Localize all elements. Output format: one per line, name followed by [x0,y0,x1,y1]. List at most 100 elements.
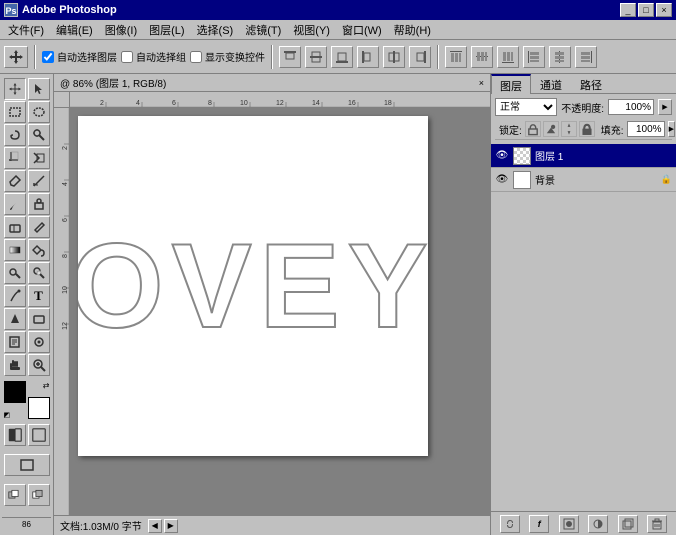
foreground-color-swatch[interactable] [4,381,26,403]
show-transform-checkbox[interactable] [190,51,202,63]
hand-icon[interactable] [4,354,26,376]
fill-input[interactable] [627,121,665,137]
align-vcenter-button[interactable] [305,46,327,68]
layer-effects-button[interactable]: f [529,515,549,533]
paint-bucket-icon[interactable] [28,239,50,261]
status-nav-left[interactable]: ◀ [148,519,162,533]
notes-icon[interactable] [4,331,26,353]
distribute-hcenter-button[interactable] [549,46,571,68]
layer-1-name: 图层 1 [535,148,672,163]
rect-marquee-icon[interactable] [4,101,26,123]
default-colors-icon[interactable]: ◩ [4,411,11,419]
magic-wand-icon[interactable] [28,124,50,146]
blur-icon[interactable] [28,262,50,284]
align-top-button[interactable] [279,46,301,68]
audio-icon[interactable] [28,331,50,353]
shape-tool-icon[interactable] [28,308,50,330]
standard-mode-icon[interactable] [28,424,50,446]
zoom-level-value: 86 [22,520,31,529]
window-controls[interactable]: _ □ × [620,3,672,17]
distribute-top-button[interactable] [445,46,467,68]
menu-file[interactable]: 文件(F) [2,20,50,40]
distribute-left-button[interactable] [523,46,545,68]
forward-icon[interactable] [4,484,26,506]
move-tool-button[interactable] [4,46,28,68]
crop-icon[interactable] [4,147,26,169]
menu-window[interactable]: 窗口(W) [336,20,388,40]
auto-select-layer-group[interactable]: 自动选择图层 [42,49,117,64]
tab-paths[interactable]: 路径 [571,74,611,93]
lock-label: 锁定: [499,122,522,137]
tab-channels[interactable]: 通道 [531,74,571,93]
zoom-icon[interactable] [28,354,50,376]
lock-position-btn[interactable] [561,121,577,137]
auto-select-group-group[interactable]: 自动选择组 [121,49,186,64]
menu-help[interactable]: 帮助(H) [388,20,437,40]
delete-layer-button[interactable] [647,515,667,533]
new-layer-button[interactable] [618,515,638,533]
menu-layer[interactable]: 图层(L) [143,20,190,40]
lasso-icon[interactable] [4,124,26,146]
align-hcenter-button[interactable] [383,46,405,68]
gradient-icon[interactable] [4,239,26,261]
pen-tool-icon[interactable] [4,285,26,307]
maximize-button[interactable]: □ [638,3,654,17]
opacity-arrow[interactable]: ▶ [658,99,672,115]
tab-layers[interactable]: 图层 [491,74,531,94]
menu-view[interactable]: 视图(Y) [287,20,336,40]
menu-select[interactable]: 选择(S) [191,20,240,40]
text-tool-icon[interactable]: T [28,285,50,307]
eraser-icon[interactable] [4,216,26,238]
auto-select-layer-checkbox[interactable] [42,51,54,63]
link-layers-button[interactable] [500,515,520,533]
layer-1-visibility[interactable]: 👁 [495,149,509,163]
show-transform-controls-group[interactable]: 显示变换控件 [190,49,265,64]
move-tool-icon[interactable] [4,78,26,100]
cursor-tool-icon[interactable] [28,78,50,100]
fill-arrow[interactable]: ▶ [668,121,675,137]
ruler-top-row: 2 4 6 8 10 12 14 16 18 [54,92,490,108]
svg-text:10: 10 [62,286,69,294]
palette-icon[interactable] [28,484,50,506]
layer-item-bg[interactable]: 👁 背景 🔒 [491,168,676,192]
new-adjustment-layer-button[interactable] [588,515,608,533]
tool-row-3 [4,124,50,146]
lock-all-btn[interactable] [579,121,595,137]
layer-mask-button[interactable] [559,515,579,533]
measure-icon[interactable] [28,170,50,192]
align-left-button[interactable] [357,46,379,68]
layer-bg-visibility[interactable]: 👁 [495,173,509,187]
eyedropper-icon[interactable] [4,170,26,192]
opacity-input[interactable] [608,99,654,115]
minimize-button[interactable]: _ [620,3,636,17]
stamp-icon[interactable] [28,193,50,215]
close-button[interactable]: × [656,3,672,17]
distribute-right-button[interactable] [575,46,597,68]
blend-mode-select[interactable]: 正常 [495,98,557,116]
menu-filter[interactable]: 滤镜(T) [239,20,287,40]
menu-edit[interactable]: 编辑(E) [50,20,99,40]
status-nav[interactable]: ◀ ▶ [148,519,178,533]
slice-icon[interactable] [28,147,50,169]
path-select-icon[interactable] [4,308,26,330]
align-right-button[interactable] [409,46,431,68]
menu-image[interactable]: 图像(I) [99,20,143,40]
switch-colors-icon[interactable]: ⇄ [43,381,50,390]
dodge-icon[interactable] [4,262,26,284]
screen-mode-button[interactable] [4,454,50,476]
lock-transparent-btn[interactable] [525,121,541,137]
align-bottom-button[interactable] [331,46,353,68]
pencil-icon[interactable] [28,216,50,238]
background-color-swatch[interactable] [28,397,50,419]
layer-item-1[interactable]: 👁 图层 1 [491,144,676,168]
distribute-bottom-button[interactable] [497,46,519,68]
ellipse-marquee-icon[interactable] [28,101,50,123]
quick-mask-icon[interactable] [4,424,26,446]
canvas-scroll-area[interactable]: OVEY [70,108,490,515]
auto-select-group-checkbox[interactable] [121,51,133,63]
canvas-close-button[interactable]: × [479,78,484,88]
brush-icon[interactable] [4,193,26,215]
status-nav-right[interactable]: ▶ [164,519,178,533]
distribute-vcenter-button[interactable] [471,46,493,68]
lock-image-btn[interactable] [543,121,559,137]
